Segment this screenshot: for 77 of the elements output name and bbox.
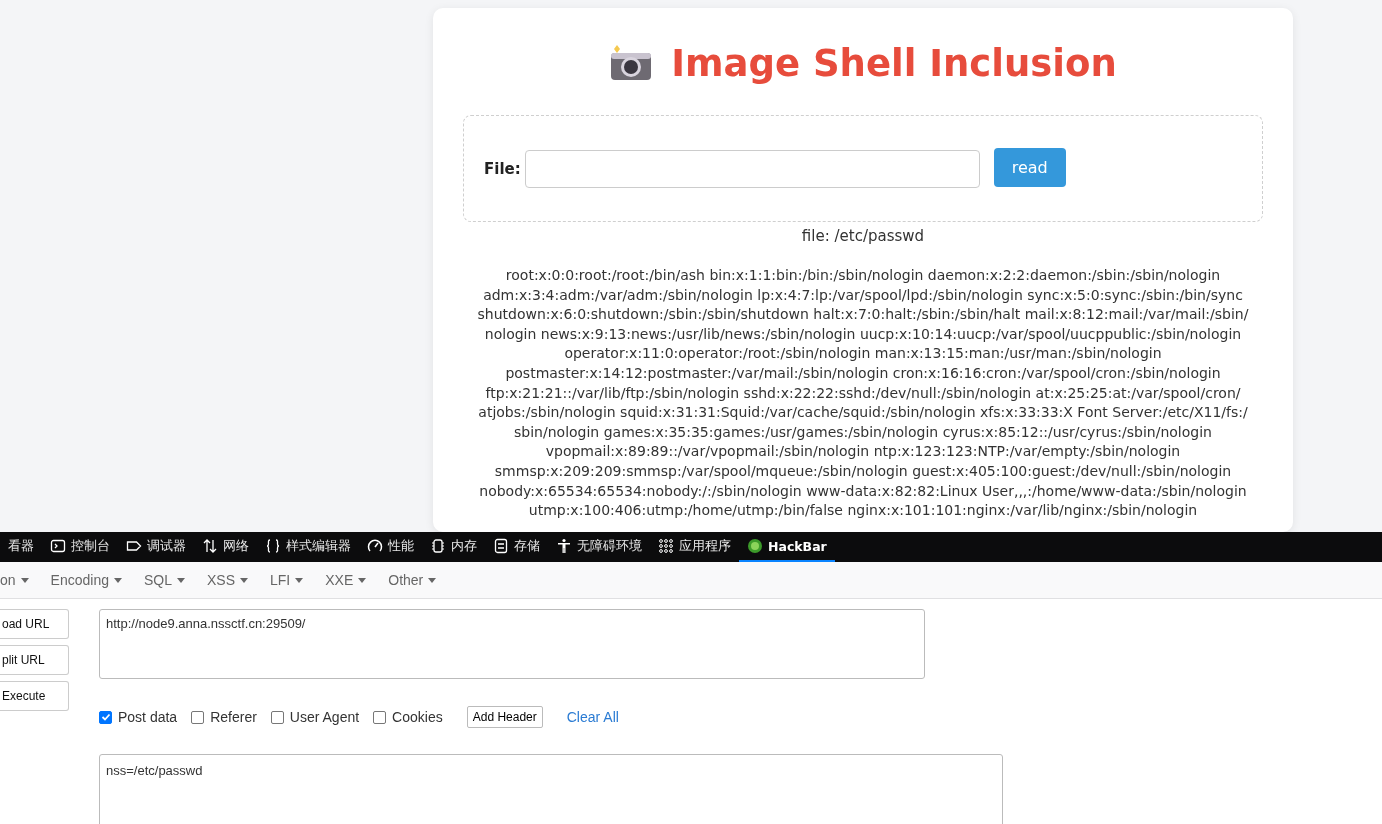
checkbox[interactable]: [270, 710, 284, 724]
caret-icon: [295, 577, 304, 583]
checkbox[interactable]: [191, 710, 205, 724]
menu-dropdown[interactable]: XSS: [207, 572, 248, 588]
output-line: shutdown:x:6:0:shutdown:/sbin:/sbin/shutdown halt:x:7:0:halt:/sbin:/sbin/halt mail:x:8:12:mail:/var/mail:/sbin/: [477, 305, 1249, 325]
tab-label: 内存: [451, 537, 477, 555]
tab-label: 应用程序: [679, 537, 731, 555]
menu-dropdown[interactable]: Other: [388, 572, 437, 588]
output-line: sbin/nologin games:x:35:35:games:/usr/games:/sbin/nologin cyrus:x:85:12::/usr/cyrus:/sbin/nologin: [514, 422, 1212, 442]
checkbox-label: Cookies: [392, 709, 443, 725]
menu-dropdown[interactable]: on: [0, 572, 29, 588]
caret-icon: [240, 577, 248, 583]
file-label: File:: [484, 159, 521, 178]
devtools-tab[interactable]: 应用程序: [650, 532, 739, 562]
camera-icon: [609, 44, 654, 82]
output-line: nobody:x:65534:65534:nobody:/:/sbin/nologin www-data:x:82:82:Linux User,,,:/home/www-data:/sbin/nologin: [479, 481, 1247, 501]
gauge-icon: [367, 538, 383, 554]
menu-dropdown[interactable]: SQL: [143, 572, 185, 588]
file-caption: file: /etc/passwd: [800, 226, 926, 246]
devtools-tab[interactable]: 样式编辑器: [257, 532, 359, 562]
devtools-tab[interactable]: 无障碍环境: [548, 532, 650, 562]
action-button[interactable]: oad URL: [0, 609, 69, 639]
tab-label: 存储: [514, 537, 540, 555]
menu-dropdown[interactable]: LFI: [270, 572, 304, 588]
clear-all-link[interactable]: Clear All: [566, 709, 619, 725]
action-button[interactable]: Execute: [0, 681, 69, 711]
tab-label: 调试器: [147, 537, 186, 555]
output-line: root:x:0:0:root:/root:/bin/ash bin:x:1:1:bin:/bin:/sbin/nologin daemon:x:2:2:daemon:/sbin:/sbin/nologin: [505, 266, 1221, 285]
devtools-tab[interactable]: 性能: [359, 532, 422, 562]
caret-icon: [20, 577, 29, 583]
tab-label: 网络: [223, 537, 249, 555]
output-line: atjobs:/sbin/nologin squid:x:31:31:Squid:/var/cache/squid:/sbin/nologin xfs:x:33:33:X Font Server:/etc/X11/fs:/: [478, 403, 1248, 423]
output-line: adm:x:3:4:adm:/var/adm:/sbin/nologin lp:x:4:7:lp:/var/spool/lpd:/sbin/nologin sync:x:5:0:sync:/sbin:/bin/sync: [483, 285, 1243, 305]
caret-icon: [113, 577, 122, 583]
tab-label: 控制台: [71, 537, 110, 555]
checkbox[interactable]: [373, 710, 387, 724]
tab-label: HackBar: [768, 538, 827, 554]
devtools-tab[interactable]: 网络: [194, 532, 257, 562]
output-line: utmp:x:100:406:utmp:/home/utmp:/bin/false nginx:x:101:101:nginx:/var/lib/nginx:/sbin/nologin: [528, 501, 1198, 521]
checkbox-label: Post data: [118, 709, 178, 725]
devtools-tab[interactable]: 内存: [422, 532, 485, 562]
url-field[interactable]: http://node9.anna.nssctf.cn:29509/: [99, 609, 925, 679]
checkbox-label: User Agent: [289, 709, 360, 725]
tag-icon: [126, 538, 142, 554]
page-title: Image Shell Inclusion: [671, 41, 1117, 85]
devtools-tab[interactable]: 调试器: [118, 532, 194, 562]
output-line: smmsp:x:209:209:smmsp:/var/spool/mqueue:/sbin/nologin guest:x:405:100:guest:/dev/null:/sbin/nologin: [494, 461, 1232, 481]
output-line: postmaster:x:14:12:postmaster:/var/mail:/sbin/nologin cron:x:16:16:cron:/var/spool/cron:/sbin/nologin: [505, 363, 1221, 383]
output-line: operator:x:11:0:operator:/root:/sbin/nologin man:x:13:15:man:/usr/man:/sbin/nologin: [564, 344, 1162, 364]
arrows-icon: [202, 538, 218, 554]
action-button[interactable]: plit URL: [0, 645, 69, 675]
menu-dropdown[interactable]: Encoding: [50, 572, 122, 588]
file-input[interactable]: [524, 149, 980, 188]
tab-label: 样式编辑器: [286, 537, 351, 555]
person-icon: [556, 538, 572, 554]
tab-label: 无障碍环境: [577, 537, 642, 555]
storage-icon: [493, 538, 509, 554]
tab-label: 看器: [8, 537, 34, 555]
add-header-button[interactable]: Add Header: [466, 706, 543, 728]
braces-icon: [265, 538, 281, 554]
caret-icon: [358, 577, 367, 583]
caret-icon: [428, 577, 437, 583]
console-icon: [50, 538, 66, 554]
grid-icon: [658, 538, 674, 554]
chip-icon: [430, 538, 446, 554]
devtools-tab[interactable]: 存储: [485, 532, 548, 562]
devtools-tab[interactable]: 看器: [0, 532, 42, 562]
output-line: ftp:x:21:21::/var/lib/ftp:/sbin/nologin sshd:x:22:22:sshd:/dev/null:/sbin/nologin at:x:25:25:at:/var/spool/cron/: [485, 383, 1241, 403]
checkbox-label: Referer: [210, 709, 257, 725]
post-data-field[interactable]: nss=/etc/passwd: [99, 754, 1003, 824]
caret-icon: [177, 577, 185, 583]
output-line: vpopmail:x:89:89::/var/vpopmail:/sbin/nologin ntp:x:123:123:NTP:/var/empty:/sbin/nologin: [545, 442, 1181, 462]
tab-label: 性能: [388, 537, 414, 555]
menu-dropdown[interactable]: XXE: [325, 572, 367, 588]
devtools-tab[interactable]: 控制台: [42, 532, 118, 562]
checkbox[interactable]: [99, 710, 112, 724]
output-line: nologin news:x:9:13:news:/usr/lib/news:/sbin/nologin uucp:x:10:14:uucp:/var/spool/uucppublic:/sbin/nologin: [484, 324, 1242, 344]
